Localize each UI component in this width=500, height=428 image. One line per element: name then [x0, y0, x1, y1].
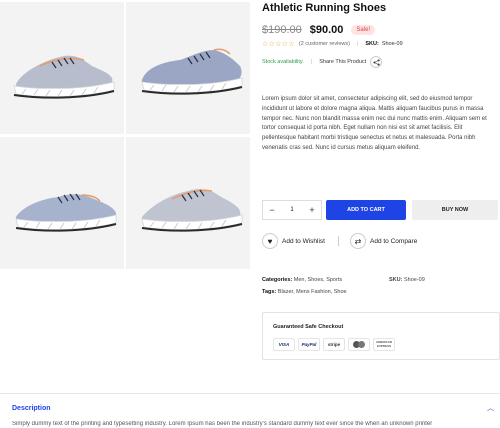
sale-badge: Sale! [351, 25, 376, 35]
compare-arrows-icon: ⇄ [350, 233, 366, 249]
secondary-actions: ♥ Add to Wishlist ⇄ Add to Compare [262, 233, 500, 249]
amex-logo: AMERICAN EXPRESS [373, 338, 395, 351]
chevron-up-icon[interactable]: ︿ [487, 403, 494, 413]
product-description: Lorem ipsum dolor sit amet, consectetur … [262, 96, 487, 151]
product-image-2[interactable] [126, 2, 250, 134]
shoe-image [141, 188, 243, 232]
tags-label: Tags: [262, 289, 277, 295]
tags: Tags: Blazer, Mens Fashion, Shoe [262, 289, 347, 295]
payment-methods: VISA PayPal stripe AMERICAN EXPRESS [273, 338, 395, 351]
categories-value[interactable]: Men, Shoes, Sports [294, 277, 342, 283]
buy-now-button[interactable]: BUY NOW [412, 200, 498, 220]
current-price: $90.00 [309, 24, 344, 36]
wishlist-label: Add to Wishlist [282, 237, 325, 245]
paypal-logo: PayPal [298, 338, 320, 351]
quantity-stepper[interactable]: − 1 + [262, 200, 322, 220]
checkout-title: Guaranteed Safe Checkout [273, 324, 344, 330]
add-to-compare-button[interactable]: ⇄ Add to Compare [350, 233, 417, 249]
share-label: Share This Product [319, 59, 367, 65]
product-image-3[interactable] [0, 137, 124, 269]
compare-label: Add to Compare [370, 237, 418, 245]
description-tab[interactable]: Description [12, 405, 51, 412]
sku-value: Shoe-09 [381, 41, 403, 47]
stock-status: Stock availability. [262, 59, 304, 65]
shoe-image [141, 48, 243, 95]
review-count-link[interactable]: (2 customer reviews) [299, 41, 350, 47]
meta-sku-value: Shoe-09 [403, 277, 425, 283]
share-icon[interactable] [370, 56, 383, 68]
meta-sku-label: SKU: [389, 277, 403, 283]
add-to-cart-button[interactable]: ADD TO CART [326, 200, 406, 220]
star-rating: ☆☆☆☆☆ [262, 41, 295, 48]
stock-row: Stock availability. | Share This Product [262, 56, 383, 68]
qty-decrease-button[interactable]: − [263, 205, 281, 215]
add-to-wishlist-button[interactable]: ♥ Add to Wishlist [262, 233, 325, 249]
categories-label: Categories: [262, 277, 293, 283]
purchase-row: − 1 + ADD TO CART BUY NOW [262, 200, 500, 220]
price-row: $190.00 $90.00 Sale! [262, 24, 376, 36]
product-title: Athletic Running Shoes [262, 2, 387, 14]
qty-input[interactable]: 1 [281, 207, 303, 213]
tags-value[interactable]: Blazer, Mens Fashion, Shoe [278, 289, 347, 295]
shoe-image [13, 55, 115, 99]
product-gallery [0, 0, 252, 270]
stripe-logo: stripe [323, 338, 345, 351]
rating-row: ☆☆☆☆☆ (2 customer reviews) | SKU: Shoe-0… [262, 40, 403, 48]
divider: | [356, 41, 359, 47]
description-accordion: Description ︿ Simply dummy text of the p… [0, 393, 500, 428]
meta-sku: SKU: Shoe-09 [389, 277, 425, 283]
categories: Categories: Men, Shoes, Sports [262, 277, 342, 283]
qty-increase-button[interactable]: + [303, 205, 321, 215]
product-image-1[interactable] [0, 2, 124, 134]
visa-logo: VISA [273, 338, 295, 351]
heart-icon: ♥ [262, 233, 278, 249]
old-price: $190.00 [262, 24, 302, 36]
mastercard-logo [348, 338, 370, 351]
description-text: Simply dummy text of the printing and ty… [12, 421, 433, 427]
divider: | [310, 59, 313, 65]
safe-checkout-box: Guaranteed Safe Checkout VISA PayPal str… [262, 312, 500, 360]
sku-label: SKU: [365, 41, 379, 47]
shoe-image [15, 193, 117, 232]
product-image-4[interactable] [126, 137, 250, 269]
divider [338, 236, 339, 246]
